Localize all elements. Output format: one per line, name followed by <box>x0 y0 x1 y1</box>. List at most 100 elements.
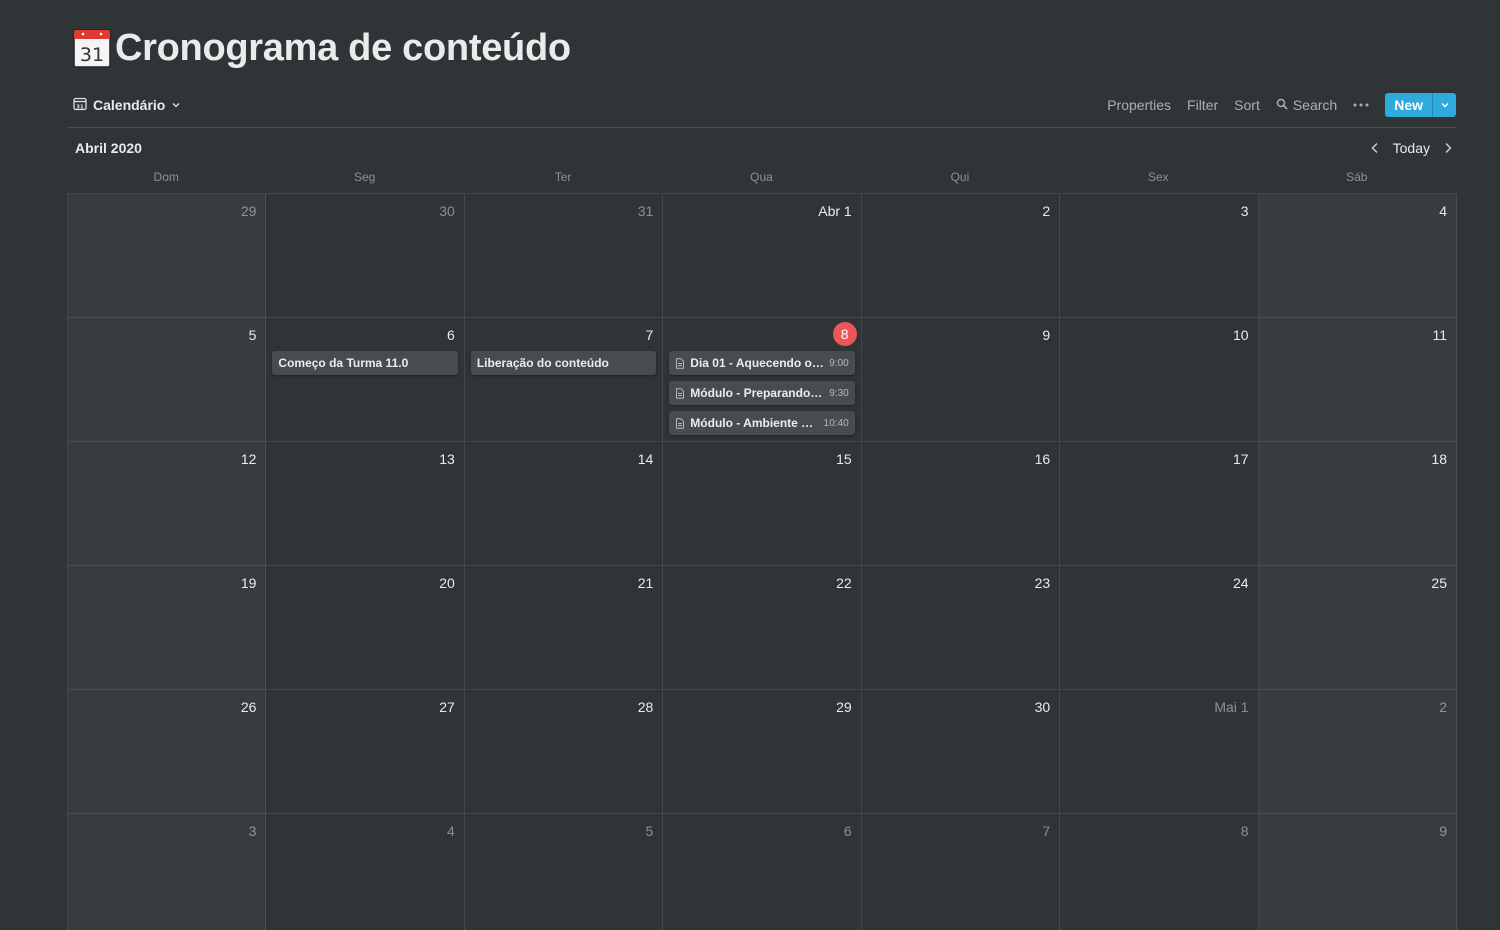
chevron-left-icon[interactable] <box>1367 140 1383 156</box>
calendar-day-cell[interactable]: 20 <box>266 566 465 690</box>
view-toolbar: 31 Calendário Properties Filter Sort Sea… <box>67 91 1456 119</box>
calendar-event-card[interactable]: Módulo - Ambiente de desenvolvimento 10:4… <box>669 411 855 435</box>
day-number: 11 <box>1432 327 1447 343</box>
day-number: 29 <box>836 699 852 715</box>
calendar-day-cell[interactable]: 22 <box>663 566 862 690</box>
day-number: 10 <box>1232 327 1249 343</box>
calendar-day-cell[interactable]: 8 Dia 01 - Aquecendo os motores 9:00 Módulo… <box>663 318 862 442</box>
calendar-event-card[interactable]: Módulo - Preparando o ambiente 9:30 <box>669 381 855 405</box>
day-number: Mai 1 <box>1214 699 1249 715</box>
calendar-day-cell[interactable]: 29 <box>663 690 862 814</box>
calendar-day-cell[interactable]: 30 <box>861 690 1061 814</box>
calendar-event-card[interactable]: Começo da Turma 11.0 <box>272 351 458 375</box>
weekday-label: Sex <box>1148 170 1169 184</box>
calendar-day-cell[interactable]: 8 <box>1060 814 1259 930</box>
calendar-day-cell[interactable]: 6 <box>663 814 862 930</box>
calendar-day-cell[interactable]: 31 <box>464 194 664 318</box>
calendar-day-cell[interactable]: 13 <box>266 442 465 566</box>
calendar-day-cell[interactable]: 17 <box>1060 442 1259 566</box>
day-number: 28 <box>637 699 654 715</box>
day-number: 9 <box>1439 823 1447 839</box>
calendar-day-cell[interactable]: 9 <box>861 318 1061 442</box>
view-name: Calendário <box>93 97 166 113</box>
more-options-icon[interactable] <box>1353 103 1369 107</box>
calendar-day-cell[interactable]: 10 <box>1060 318 1259 442</box>
page-title: Cronograma de conteúdo <box>115 27 571 69</box>
calendar-emoji-icon[interactable]: 31 <box>73 28 111 68</box>
calendar-day-cell[interactable]: 29 <box>68 194 267 318</box>
search-icon <box>1276 97 1288 113</box>
calendar-day-cell[interactable]: 26 <box>68 690 267 814</box>
calendar-day-cell[interactable]: 18 <box>1258 442 1457 566</box>
calendar-day-cell[interactable]: 14 <box>464 442 664 566</box>
calendar-grid: 29 30 31 Abr 1 2 3 4 5 6 Começo da Turma 11.0 7 Lib… <box>67 193 1457 930</box>
day-number: 6 <box>843 823 852 839</box>
calendar-day-cell[interactable]: 21 <box>464 566 664 690</box>
day-number: 6 <box>447 327 455 343</box>
weekday-label: Qui <box>950 170 970 184</box>
day-number: 31 <box>637 203 654 219</box>
view-switcher[interactable]: 31 Calendário <box>67 97 181 114</box>
calendar-day-cell[interactable]: 25 <box>1258 566 1457 690</box>
calendar-event-card[interactable]: Dia 01 - Aquecendo os motores 9:00 <box>669 351 855 375</box>
calendar-day-cell[interactable]: 4 <box>1258 194 1457 318</box>
page-document-icon <box>675 387 685 399</box>
day-number: 27 <box>439 699 455 715</box>
calendar-day-cell[interactable]: 15 <box>663 442 862 566</box>
calendar-day-cell[interactable]: 3 <box>1060 194 1259 318</box>
event-time: 9:30 <box>829 387 849 399</box>
view-actions: Properties Filter Sort Search New <box>1107 93 1456 117</box>
svg-text:31: 31 <box>76 104 84 110</box>
calendar-day-cell[interactable]: 19 <box>68 566 267 690</box>
event-time: 9:00 <box>829 357 849 369</box>
new-button[interactable]: New <box>1385 93 1432 117</box>
calendar-day-cell[interactable]: 4 <box>266 814 465 930</box>
day-number: 4 <box>1439 203 1447 219</box>
chevron-down-icon <box>171 97 181 113</box>
calendar-day-cell[interactable]: 2 <box>861 194 1061 318</box>
calendar-day-cell[interactable]: 9 <box>1258 814 1457 930</box>
event-title: Liberação do conteúdo <box>476 356 609 370</box>
calendar-day-cell[interactable]: 23 <box>861 566 1061 690</box>
calendar-day-cell[interactable]: 2 <box>1258 690 1457 814</box>
weekday-label: Ter <box>554 170 572 184</box>
weekday-label: Sáb <box>1346 170 1368 184</box>
calendar-day-cell[interactable]: 16 <box>861 442 1061 566</box>
month-navigation: Today <box>1367 140 1456 156</box>
day-number: 2 <box>1042 203 1051 219</box>
calendar-page: 31 Cronograma de conteúdo 31 Calendário … <box>0 0 1500 930</box>
calendar-day-cell[interactable]: 27 <box>266 690 465 814</box>
new-dropdown-chevron-icon[interactable] <box>1432 93 1456 117</box>
calendar-day-cell[interactable]: 28 <box>464 690 664 814</box>
new-button-group: New <box>1385 93 1456 117</box>
calendar-day-cell[interactable]: Abr 1 <box>663 194 862 318</box>
calendar-day-cell[interactable]: 30 <box>266 194 465 318</box>
calendar-event-card[interactable]: Liberação do conteúdo <box>470 351 657 375</box>
calendar-day-cell[interactable]: 3 <box>68 814 267 930</box>
day-number: 16 <box>1034 451 1051 467</box>
calendar-day-cell[interactable]: 7 <box>862 814 1061 930</box>
weekday-label: Seg <box>353 170 376 184</box>
sort-button[interactable]: Sort <box>1234 97 1260 113</box>
calendar-day-cell[interactable]: 6 Começo da Turma 11.0 <box>266 318 465 442</box>
calendar-day-cell[interactable]: 5 <box>465 814 664 930</box>
calendar-day-cell[interactable]: 11 <box>1258 318 1457 442</box>
calendar-day-cell[interactable]: Mai 1 <box>1060 690 1259 814</box>
calendar-day-cell[interactable]: 5 <box>68 318 267 442</box>
search-button[interactable]: Search <box>1276 97 1337 113</box>
month-label: Abril 2020 <box>75 140 142 156</box>
calendar-day-cell[interactable]: 7 Liberação do conteúdo <box>464 318 664 442</box>
day-number: 3 <box>1240 203 1249 219</box>
day-number: Abr 1 <box>818 203 852 219</box>
event-time: 10:40 <box>823 417 849 429</box>
today-button[interactable]: Today <box>1393 140 1430 156</box>
weekday-header-row: Dom Seg Ter Qua Qui Sex Sáb <box>67 170 1456 188</box>
calendar-day-cell[interactable]: 24 <box>1060 566 1259 690</box>
toolbar-divider <box>67 127 1456 128</box>
day-number: 18 <box>1431 451 1447 467</box>
calendar-day-cell[interactable]: 12 <box>68 442 267 566</box>
properties-button[interactable]: Properties <box>1107 97 1171 113</box>
chevron-right-icon[interactable] <box>1440 140 1456 156</box>
page-document-icon <box>675 357 685 369</box>
filter-button[interactable]: Filter <box>1187 97 1218 113</box>
